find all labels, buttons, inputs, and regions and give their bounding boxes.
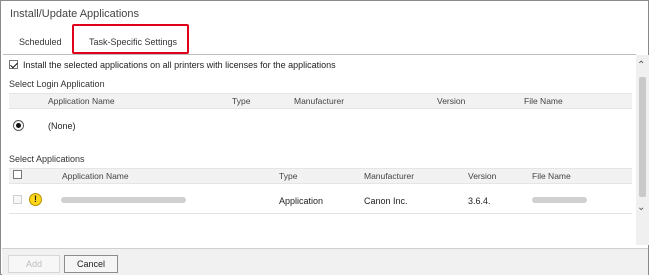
tab-scheduled[interactable]: Scheduled	[19, 37, 62, 47]
login-col-version[interactable]: Version	[437, 96, 465, 106]
app-name-redacted	[61, 197, 186, 203]
tab-task-specific-settings[interactable]: Task-Specific Settings	[89, 37, 177, 47]
apps-col-manufacturer[interactable]: Manufacturer	[364, 171, 414, 181]
apps-col-version[interactable]: Version	[468, 171, 496, 181]
app-version: 3.6.4.	[468, 196, 491, 206]
warning-icon: !	[29, 193, 42, 206]
scroll-thumb[interactable]	[639, 77, 646, 197]
add-button[interactable]: Add	[8, 255, 60, 273]
apps-col-type[interactable]: Type	[279, 171, 297, 181]
apps-col-application-name[interactable]: Application Name	[62, 171, 129, 181]
install-all-label: Install the selected applications on all…	[23, 60, 336, 70]
app-manufacturer: Canon Inc.	[364, 196, 408, 206]
install-all-checkbox[interactable]	[9, 60, 18, 69]
login-col-type[interactable]: Type	[232, 96, 250, 106]
app-row-checkbox[interactable]	[13, 195, 22, 204]
scroll-up-icon[interactable]: ⌃	[637, 61, 645, 71]
login-table-header: Application Name Type Manufacturer Versi…	[9, 93, 632, 109]
row-divider	[9, 213, 632, 214]
dialog-title: Install/Update Applications	[10, 8, 140, 20]
login-none-label: (None)	[48, 121, 76, 131]
app-file-name-redacted	[532, 197, 587, 203]
app-type: Application	[279, 196, 324, 206]
scroll-down-icon[interactable]: ⌄	[637, 203, 645, 213]
apps-section-title: Select Applications	[9, 154, 85, 164]
select-all-checkbox[interactable]	[13, 170, 22, 179]
settings-content: Install the selected applications on all…	[3, 55, 636, 245]
apps-col-file-name[interactable]: File Name	[532, 171, 571, 181]
dialog-footer: Add Cancel	[2, 248, 648, 275]
vertical-scrollbar[interactable]: ⌃ ⌄	[636, 55, 649, 245]
login-col-manufacturer[interactable]: Manufacturer	[294, 96, 344, 106]
login-section-title: Select Login Application	[9, 79, 105, 89]
login-col-file-name[interactable]: File Name	[524, 96, 563, 106]
login-col-application-name[interactable]: Application Name	[48, 96, 115, 106]
cancel-button[interactable]: Cancel	[64, 255, 118, 273]
apps-table-header: Application Name Type Manufacturer Versi…	[9, 168, 632, 184]
install-update-dialog: Install/Update Applications Scheduled Ta…	[0, 0, 649, 275]
login-none-radio[interactable]	[13, 120, 24, 131]
